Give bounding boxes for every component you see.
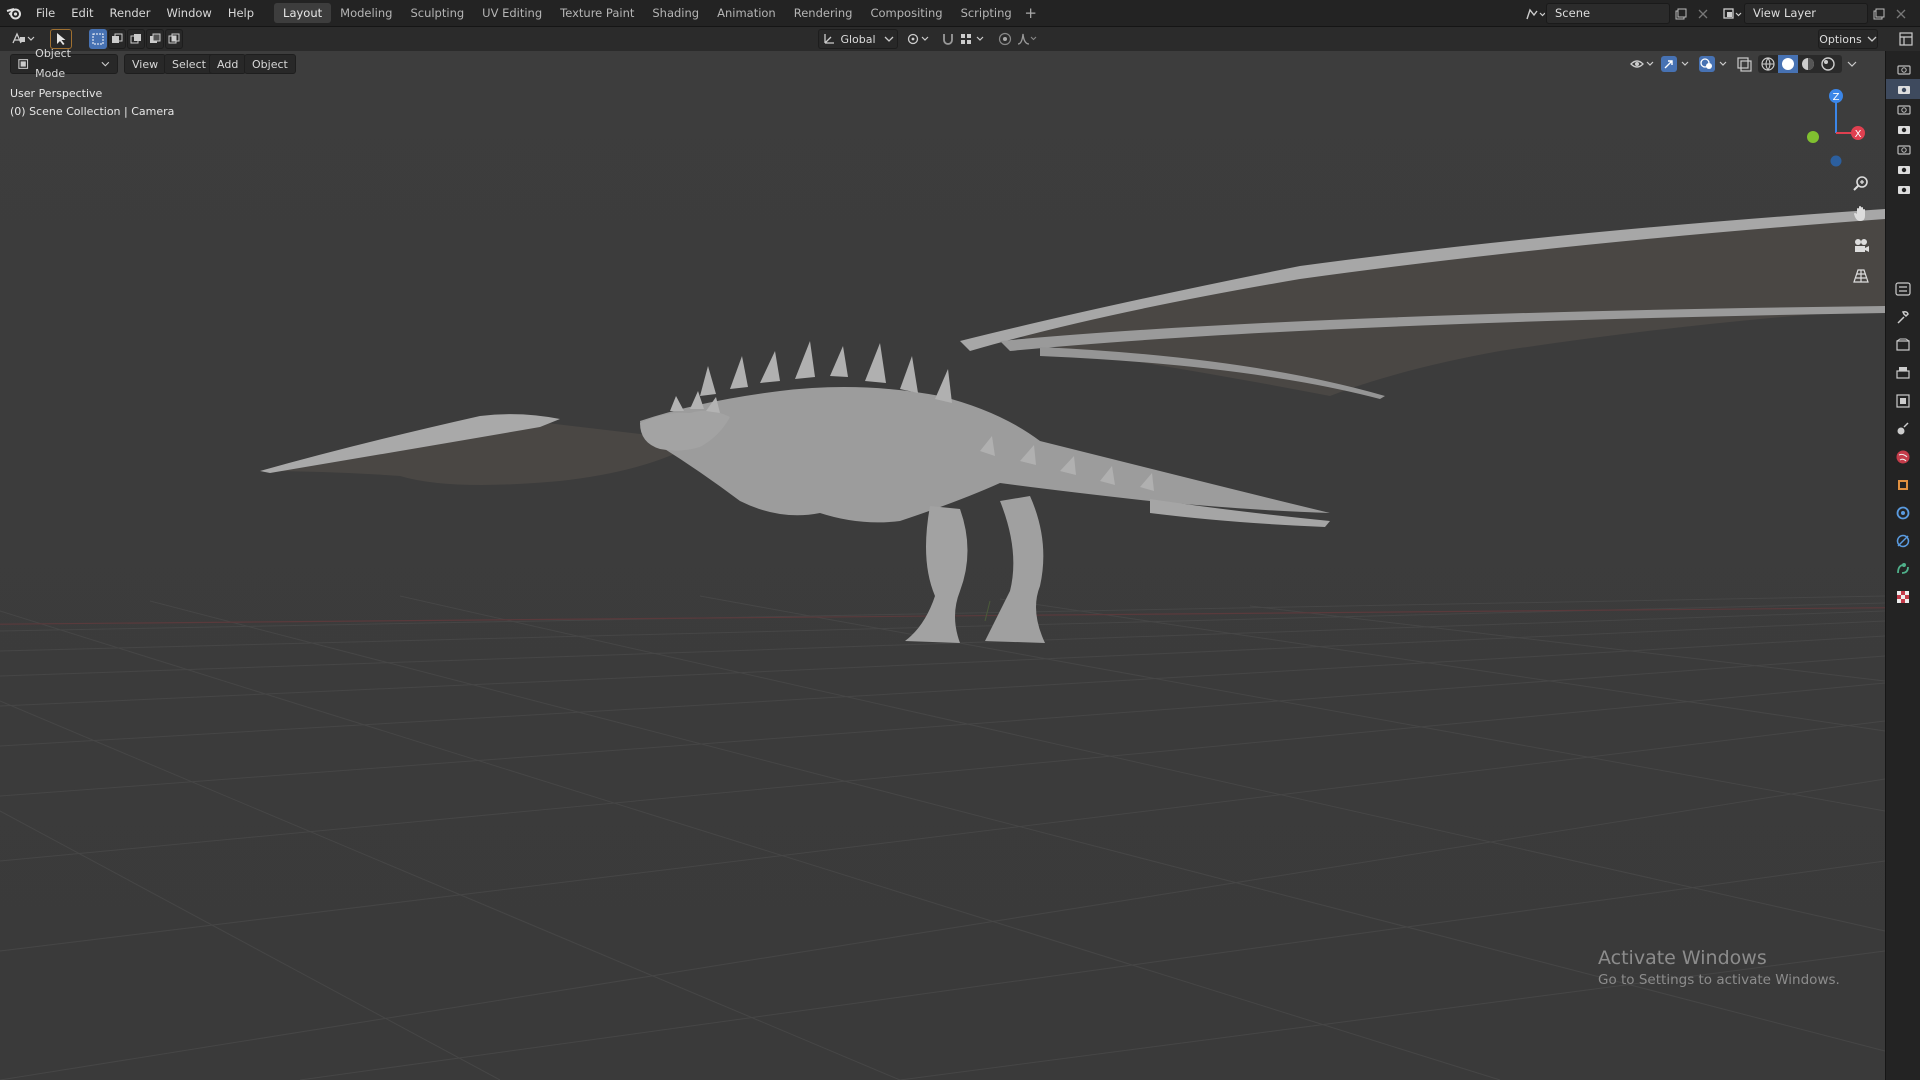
shading-options-chevron-icon[interactable]	[1846, 56, 1858, 72]
perspective-toggle-icon[interactable]	[1848, 263, 1874, 289]
menu-file[interactable]: File	[28, 0, 63, 27]
shading-mode-group[interactable]	[1758, 55, 1842, 73]
view-layer-name-field[interactable]: View Layer	[1744, 3, 1868, 24]
proportional-falloff-icon[interactable]	[1016, 29, 1040, 49]
tool-properties-icon[interactable]	[1885, 303, 1920, 331]
render-visibility-icon[interactable]	[1886, 99, 1920, 119]
output-properties-icon[interactable]	[1885, 359, 1920, 387]
modifier-properties-icon[interactable]	[1885, 499, 1920, 527]
select-mode-extend-icon[interactable]	[108, 29, 126, 49]
tab-compositing[interactable]: Compositing	[861, 3, 951, 23]
gizmo-z-label: Z	[1833, 92, 1840, 103]
tab-shading[interactable]: Shading	[643, 3, 708, 23]
pan-hand-icon[interactable]	[1848, 201, 1874, 227]
tab-rendering[interactable]: Rendering	[785, 3, 862, 23]
xray-toggle-icon[interactable]	[1736, 56, 1754, 72]
scene-name-field[interactable]: Scene	[1546, 3, 1670, 24]
object-mode-dropdown[interactable]: Object Mode	[10, 47, 118, 80]
proportional-edit-icon[interactable]	[996, 29, 1014, 49]
texture-properties-icon[interactable]	[1885, 583, 1920, 611]
select-mode-intersect-icon[interactable]	[165, 29, 183, 49]
options-chevron-icon	[1867, 36, 1877, 42]
object-properties-icon[interactable]	[1885, 471, 1920, 499]
select-mode-invert-icon[interactable]	[146, 29, 164, 49]
select-menu[interactable]: Select	[164, 54, 214, 74]
render-visibility-2-icon[interactable]	[1886, 119, 1920, 139]
visibility-icon[interactable]	[1630, 56, 1656, 72]
tab-uv-editing[interactable]: UV Editing	[473, 3, 551, 23]
render-visibility-3-icon[interactable]	[1886, 139, 1920, 159]
menu-help[interactable]: Help	[220, 0, 262, 27]
view-layer-selector: View Layer	[1722, 3, 1912, 24]
remove-scene-icon[interactable]	[1692, 3, 1714, 24]
orientation-icon	[824, 34, 835, 44]
blender-logo-icon[interactable]	[0, 0, 28, 27]
scene-browse-icon[interactable]	[1524, 3, 1546, 24]
viewport-grid	[0, 51, 1885, 1080]
outliner-editor-icon[interactable]	[1896, 29, 1916, 49]
activate-windows-title: Activate Windows	[1598, 947, 1767, 969]
menu-render[interactable]: Render	[102, 0, 159, 27]
gizmo-x-label: X	[1855, 129, 1862, 140]
scene-properties-icon[interactable]	[1885, 415, 1920, 443]
3d-viewport[interactable]: User Perspective (0) Scene Collection | …	[0, 51, 1885, 1080]
top-bar: File Edit Render Window Help Layout Mode…	[0, 0, 1920, 27]
add-menu[interactable]: Add	[209, 54, 247, 74]
pivot-point-icon[interactable]	[904, 29, 934, 49]
orientation-label: Global	[840, 32, 876, 46]
menu-edit[interactable]: Edit	[63, 0, 101, 27]
scene-selector: Scene	[1524, 3, 1714, 24]
object-mode-label: Object Mode	[35, 47, 71, 80]
tab-scripting[interactable]: Scripting	[952, 3, 1021, 23]
collection-label: (0) Scene Collection | Camera	[10, 105, 175, 118]
tab-texture-paint[interactable]: Texture Paint	[551, 3, 643, 23]
tool-header: Global Options	[0, 27, 1920, 51]
overlays-toggle-icon[interactable]	[1698, 56, 1732, 72]
workspace-tabs: Layout Modeling Sculpting UV Editing Tex…	[274, 0, 1041, 27]
camera-view-icon[interactable]	[1848, 233, 1874, 259]
menu-window[interactable]: Window	[158, 0, 219, 27]
object-menu[interactable]: Object	[244, 54, 296, 74]
physics-properties-icon[interactable]	[1885, 527, 1920, 555]
render-visibility-5-icon[interactable]	[1886, 179, 1920, 199]
view-menu[interactable]: View	[124, 54, 167, 74]
chevron-down-icon	[884, 36, 894, 42]
properties-editor-icon[interactable]	[1885, 275, 1920, 303]
render-visibility-4-icon[interactable]	[1886, 159, 1920, 179]
mode-chevron-icon	[101, 61, 110, 67]
gizmo-toggle-icon[interactable]	[1660, 56, 1694, 72]
view-layer-browse-icon[interactable]	[1722, 3, 1744, 24]
select-mode-subtract-icon[interactable]	[127, 29, 145, 49]
options-label: Options	[1819, 32, 1862, 46]
tab-sculpting[interactable]: Sculpting	[401, 3, 473, 23]
snap-target-icon[interactable]	[958, 29, 990, 49]
object-mode-icon	[18, 59, 29, 69]
view-layer-properties-icon[interactable]	[1885, 387, 1920, 415]
remove-view-layer-icon[interactable]	[1890, 3, 1912, 24]
new-view-layer-icon[interactable]	[1868, 3, 1890, 24]
camera-collection-active-icon[interactable]	[1886, 79, 1920, 99]
collection-visibility-icons	[1886, 59, 1920, 199]
properties-editor-tabs	[1885, 275, 1920, 611]
camera-collection-icon[interactable]	[1886, 59, 1920, 79]
navigation-gizmo[interactable]: Z X	[1800, 81, 1880, 171]
transform-orientation-dropdown[interactable]: Global	[818, 29, 898, 49]
viewport-shading-controls	[1630, 55, 1858, 73]
constraint-properties-icon[interactable]	[1885, 555, 1920, 583]
tab-modeling[interactable]: Modeling	[331, 3, 401, 23]
snap-toggle-icon[interactable]	[940, 29, 956, 49]
viewport-header: Object Mode View Select Add Object	[0, 47, 1885, 80]
new-scene-icon[interactable]	[1670, 3, 1692, 24]
main-menu: File Edit Render Window Help	[28, 0, 262, 27]
add-workspace-button[interactable]: +	[1021, 3, 1041, 23]
render-properties-icon[interactable]	[1885, 331, 1920, 359]
activate-windows-subtitle: Go to Settings to activate Windows.	[1598, 972, 1840, 988]
perspective-label: User Perspective	[10, 87, 103, 100]
tab-layout[interactable]: Layout	[274, 3, 332, 23]
tab-animation[interactable]: Animation	[708, 3, 785, 23]
zoom-icon[interactable]	[1848, 171, 1874, 197]
world-properties-icon[interactable]	[1885, 443, 1920, 471]
options-dropdown[interactable]: Options	[1818, 29, 1878, 49]
